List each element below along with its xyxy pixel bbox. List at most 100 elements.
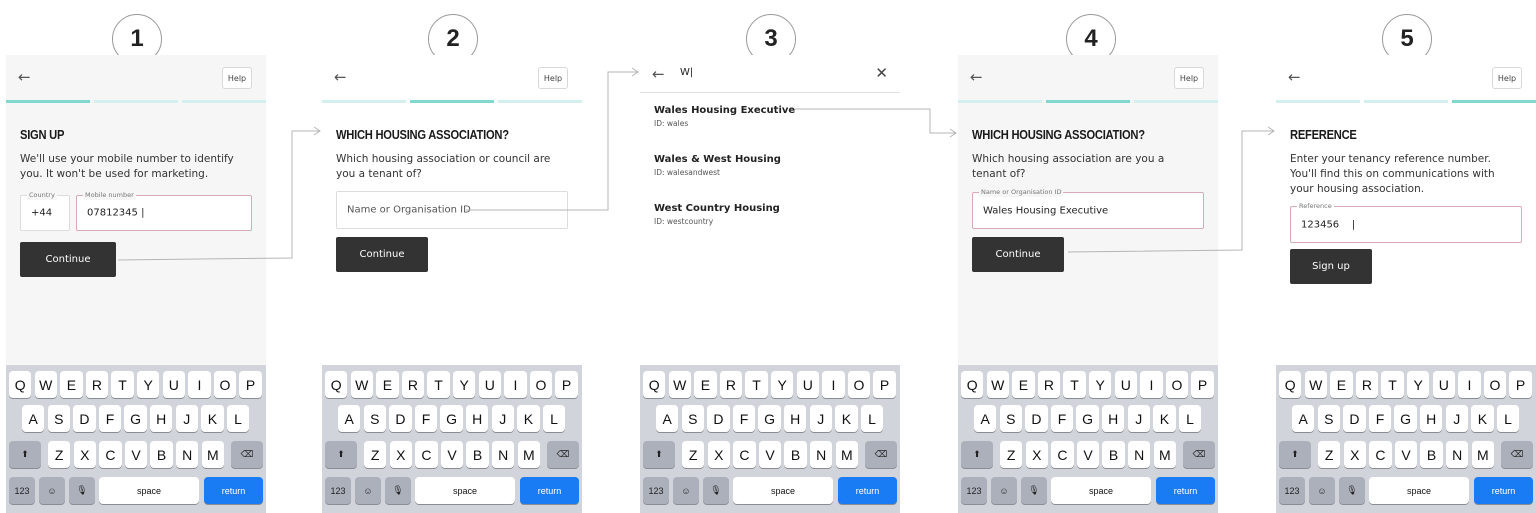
key-h[interactable]: H xyxy=(150,405,173,432)
key-v[interactable]: V xyxy=(1076,441,1100,468)
space-key[interactable]: space xyxy=(1369,477,1469,504)
key-x[interactable]: X xyxy=(1343,441,1366,468)
numbers-key[interactable]: 123 xyxy=(961,477,987,504)
back-arrow-icon[interactable]: ← xyxy=(970,68,983,86)
key-f[interactable]: F xyxy=(1368,405,1392,432)
key-t[interactable]: T xyxy=(427,371,450,398)
key-h[interactable]: H xyxy=(1102,405,1125,432)
continue-button[interactable]: Continue xyxy=(20,242,116,277)
key-g[interactable]: G xyxy=(124,405,147,432)
key-g[interactable]: G xyxy=(1394,405,1417,432)
key-o[interactable]: O xyxy=(529,371,553,398)
microphone-key-icon[interactable]: 🎙 xyxy=(69,477,95,504)
back-arrow-icon[interactable]: ← xyxy=(1288,68,1301,86)
key-t[interactable]: T xyxy=(1381,371,1404,398)
key-r[interactable]: R xyxy=(401,371,425,398)
key-z[interactable]: Z xyxy=(1000,441,1023,468)
microphone-key-icon[interactable]: 🎙 xyxy=(1021,477,1047,504)
key-j[interactable]: J xyxy=(1445,405,1468,432)
continue-button[interactable]: Continue xyxy=(972,237,1064,272)
key-z[interactable]: Z xyxy=(48,441,71,468)
key-m[interactable]: M xyxy=(517,441,540,468)
key-e[interactable]: E xyxy=(60,371,83,398)
delete-key-icon[interactable]: ⌫ xyxy=(231,441,263,468)
key-w[interactable]: W xyxy=(34,371,57,398)
shift-key-icon[interactable]: ⬆ xyxy=(643,441,675,468)
search-result-item[interactable]: West Country Housing ID: westcountry xyxy=(654,203,884,226)
key-a[interactable]: A xyxy=(338,405,361,432)
key-x[interactable]: X xyxy=(1025,441,1048,468)
key-k[interactable]: K xyxy=(835,405,858,432)
space-key[interactable]: space xyxy=(415,477,515,504)
key-h[interactable]: H xyxy=(466,405,489,432)
help-button[interactable]: Help xyxy=(1492,67,1522,89)
numbers-key[interactable]: 123 xyxy=(1279,477,1305,504)
back-arrow-icon[interactable]: ← xyxy=(18,68,31,86)
key-s[interactable]: S xyxy=(1317,405,1340,432)
key-w[interactable]: W xyxy=(1304,371,1327,398)
numbers-key[interactable]: 123 xyxy=(643,477,669,504)
key-a[interactable]: A xyxy=(974,405,997,432)
key-p[interactable]: P xyxy=(873,371,896,398)
space-key[interactable]: space xyxy=(733,477,833,504)
reference-input[interactable]: Reference 123456 | xyxy=(1290,201,1522,243)
key-r[interactable]: R xyxy=(719,371,743,398)
key-d[interactable]: D xyxy=(707,405,730,432)
key-b[interactable]: B xyxy=(784,441,807,468)
emoji-key-icon[interactable]: ☺ xyxy=(39,477,65,504)
help-button[interactable]: Help xyxy=(222,67,252,89)
key-g[interactable]: G xyxy=(758,405,781,432)
key-q[interactable]: Q xyxy=(1279,371,1302,398)
space-key[interactable]: space xyxy=(99,477,199,504)
delete-key-icon[interactable]: ⌫ xyxy=(1183,441,1215,468)
key-q[interactable]: Q xyxy=(325,371,348,398)
key-a[interactable]: A xyxy=(1292,405,1315,432)
key-b[interactable]: B xyxy=(150,441,173,468)
key-j[interactable]: J xyxy=(1127,405,1150,432)
close-icon[interactable]: ✕ xyxy=(875,64,888,82)
key-s[interactable]: S xyxy=(999,405,1022,432)
key-t[interactable]: T xyxy=(111,371,134,398)
key-k[interactable]: K xyxy=(1153,405,1176,432)
key-t[interactable]: T xyxy=(745,371,768,398)
key-b[interactable]: B xyxy=(466,441,489,468)
emoji-key-icon[interactable]: ☺ xyxy=(1309,477,1335,504)
key-v[interactable]: V xyxy=(758,441,782,468)
return-key[interactable]: return xyxy=(520,477,579,504)
key-q[interactable]: Q xyxy=(643,371,666,398)
key-s[interactable]: S xyxy=(47,405,70,432)
key-n[interactable]: N xyxy=(176,441,199,468)
continue-button[interactable]: Continue xyxy=(336,237,428,272)
key-p[interactable]: P xyxy=(555,371,578,398)
key-m[interactable]: M xyxy=(201,441,224,468)
key-i[interactable]: I xyxy=(1140,371,1163,398)
housing-association-input[interactable]: Name or Organisation ID Wales Housing Ex… xyxy=(972,187,1204,229)
key-j[interactable]: J xyxy=(491,405,514,432)
key-b[interactable]: B xyxy=(1420,441,1443,468)
country-code-field[interactable]: Country +44 xyxy=(20,190,70,231)
return-key[interactable]: return xyxy=(838,477,897,504)
key-p[interactable]: P xyxy=(1509,371,1532,398)
key-d[interactable]: D xyxy=(1025,405,1048,432)
key-s[interactable]: S xyxy=(363,405,386,432)
key-y[interactable]: Y xyxy=(771,371,794,398)
key-v[interactable]: V xyxy=(124,441,148,468)
key-f[interactable]: F xyxy=(732,405,756,432)
shift-key-icon[interactable]: ⬆ xyxy=(9,441,41,468)
key-i[interactable]: I xyxy=(822,371,845,398)
key-j[interactable]: J xyxy=(809,405,832,432)
key-o[interactable]: O xyxy=(847,371,871,398)
key-d[interactable]: D xyxy=(1343,405,1366,432)
numbers-key[interactable]: 123 xyxy=(9,477,35,504)
microphone-key-icon[interactable]: 🎙 xyxy=(703,477,729,504)
mobile-number-input[interactable]: Mobile number 07812345 | xyxy=(76,190,252,231)
key-o[interactable]: O xyxy=(1483,371,1507,398)
key-n[interactable]: N xyxy=(1446,441,1469,468)
key-h[interactable]: H xyxy=(784,405,807,432)
key-a[interactable]: A xyxy=(22,405,45,432)
return-key[interactable]: return xyxy=(204,477,263,504)
delete-key-icon[interactable]: ⌫ xyxy=(865,441,897,468)
key-w[interactable]: W xyxy=(986,371,1009,398)
key-a[interactable]: A xyxy=(656,405,679,432)
key-z[interactable]: Z xyxy=(1318,441,1341,468)
